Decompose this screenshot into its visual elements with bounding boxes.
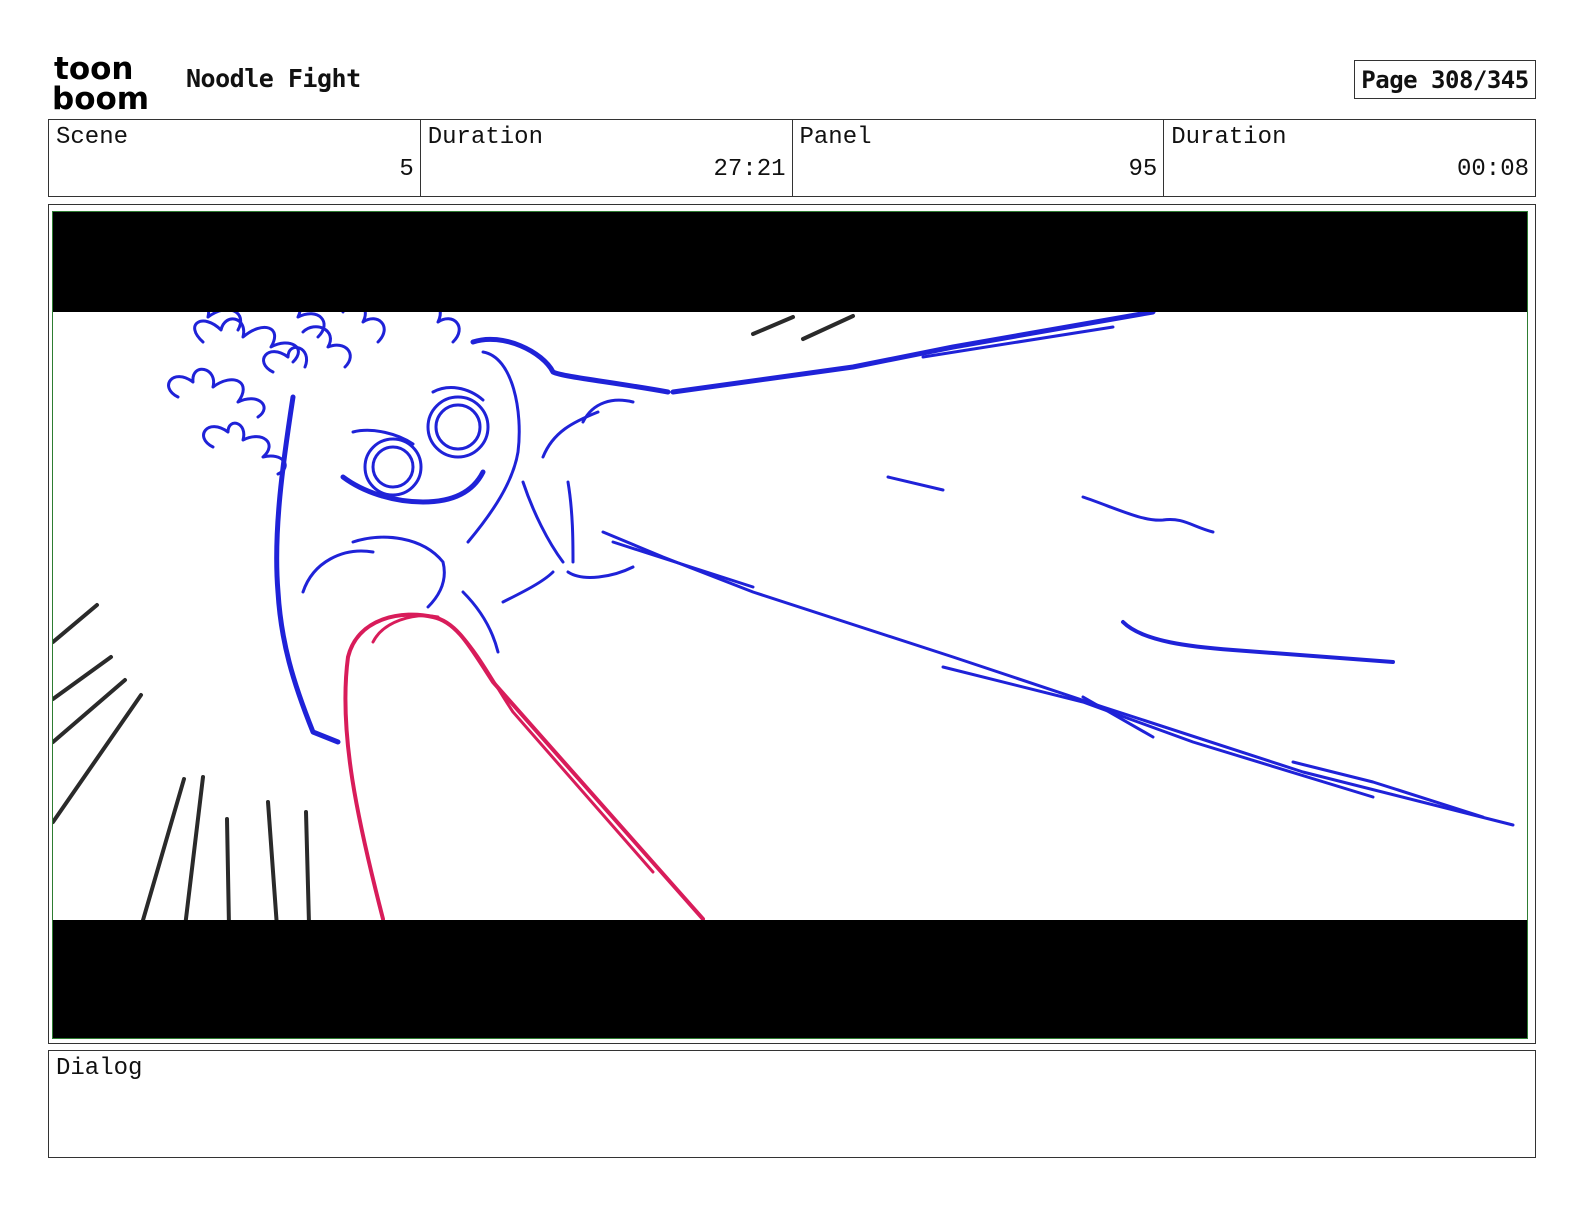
speed-lines: [53, 314, 855, 929]
panel-info-row: Scene 5 Duration 27:21 Panel 95 Duration…: [48, 119, 1536, 197]
panel-duration-value: 00:08: [1456, 156, 1529, 183]
letterbox-bottom: [53, 920, 1527, 1038]
panel-cell: Panel 95: [793, 120, 1165, 196]
tongue-sketch: [343, 612, 705, 921]
panel-duration-label: Duration: [1171, 124, 1287, 151]
dialog-label: Dialog: [56, 1055, 143, 1082]
scene-cell: Scene 5: [49, 120, 421, 196]
scene-label: Scene: [56, 124, 129, 151]
panel-image: [52, 211, 1528, 1039]
toon-boom-logo: toon boom: [52, 52, 149, 112]
storyboard-sketch: [53, 212, 1527, 1038]
scene-value: 5: [399, 156, 414, 183]
project-title: Noodle Fight: [186, 64, 361, 93]
scene-duration-label: Duration: [427, 124, 543, 151]
dialog-box: Dialog: [48, 1050, 1536, 1158]
character-sketch: [167, 293, 1515, 827]
scene-duration-cell: Duration 27:21: [421, 120, 793, 196]
panel-label: Panel: [799, 124, 872, 151]
logo-text-bottom: boom: [52, 81, 149, 112]
scene-duration-value: 27:21: [713, 156, 786, 183]
panel-value: 95: [1128, 156, 1158, 183]
page-indicator: Page 308/345: [1354, 60, 1536, 99]
panel-duration-cell: Duration 00:08: [1164, 120, 1535, 196]
letterbox-top: [53, 212, 1527, 312]
